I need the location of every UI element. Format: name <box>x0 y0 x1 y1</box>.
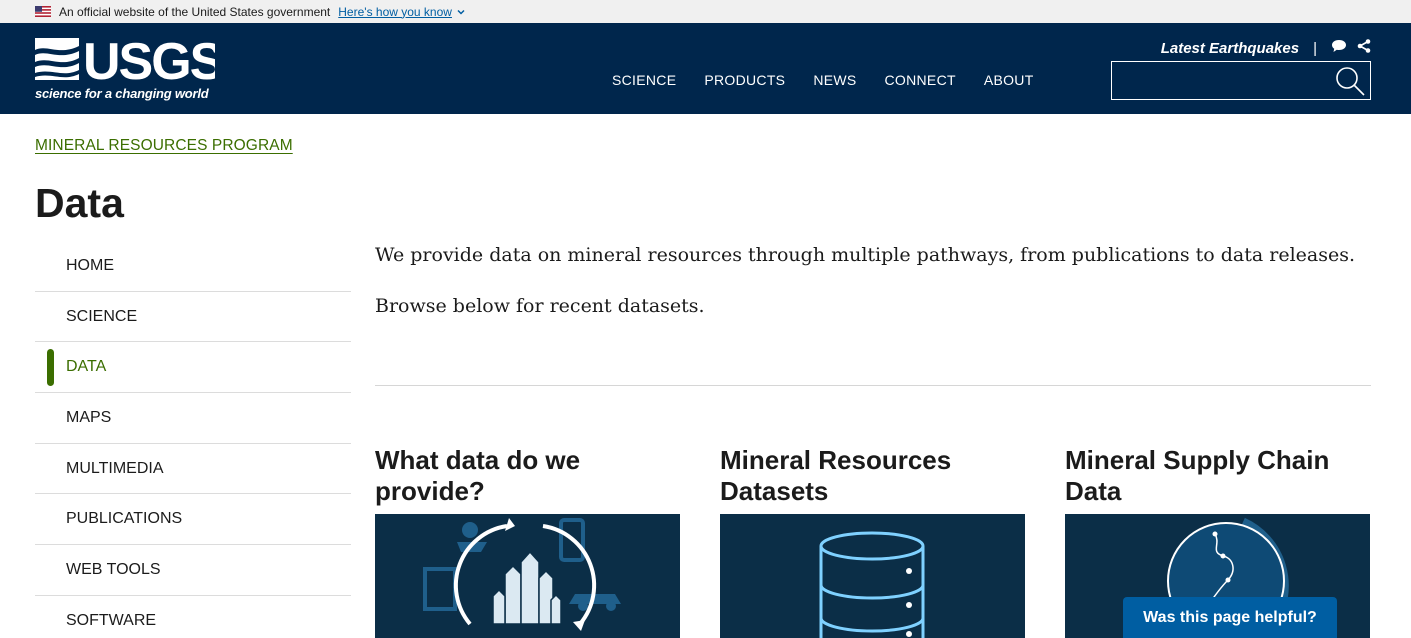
intro-paragraph: We provide data on mineral resources thr… <box>375 244 1356 266</box>
breadcrumb-link[interactable]: MINERAL RESOURCES PROGRAM <box>35 137 293 155</box>
sidebar-item-software[interactable]: SOFTWARE <box>35 596 351 638</box>
intro-text: We provide data on mineral resources thr… <box>375 242 1375 343</box>
site-search <box>1111 61 1371 100</box>
gov-banner: An official website of the United States… <box>0 0 1411 23</box>
card-title[interactable]: Mineral Supply Chain Data <box>1065 445 1370 514</box>
side-nav: HOME SCIENCE DATA MAPS MULTIMEDIA PUBLIC… <box>35 241 351 638</box>
sidebar-item-data[interactable]: DATA <box>35 342 351 394</box>
usgs-logo-mark: USGS <box>35 33 225 91</box>
share-icon[interactable] <box>1357 39 1371 58</box>
search-input[interactable] <box>1112 62 1330 99</box>
header-quick-links: Latest Earthquakes | <box>1161 39 1371 58</box>
nav-about[interactable]: ABOUT <box>984 72 1034 88</box>
page-title: Data <box>35 180 124 226</box>
search-icon[interactable] <box>1330 62 1370 99</box>
svg-text:USGS: USGS <box>83 36 215 86</box>
intro-paragraph: Browse below for recent datasets. <box>375 294 705 317</box>
logo-tagline: science for a changing world <box>35 86 209 101</box>
us-flag-icon <box>35 6 51 17</box>
sidebar-item-publications[interactable]: PUBLICATIONS <box>35 494 351 546</box>
divider <box>375 385 1371 386</box>
feedback-button[interactable]: Was this page helpful? <box>1123 597 1337 638</box>
nav-science[interactable]: SCIENCE <box>612 72 676 88</box>
gov-banner-text: An official website of the United States… <box>59 4 331 19</box>
sidebar-item-maps[interactable]: MAPS <box>35 393 351 444</box>
sidebar-item-web-tools[interactable]: WEB TOOLS <box>35 545 351 596</box>
nav-news[interactable]: NEWS <box>813 72 856 88</box>
heres-how-you-know-link[interactable]: Here's how you know <box>338 5 452 19</box>
sidebar-item-home[interactable]: HOME <box>35 241 351 292</box>
site-header: USGS science for a changing world SCIENC… <box>0 23 1411 114</box>
card-image-database[interactable] <box>720 514 1025 638</box>
comment-icon[interactable] <box>1331 39 1347 58</box>
usgs-logo[interactable]: USGS science for a changing world <box>35 33 225 102</box>
separator: | <box>1313 40 1317 57</box>
sidebar-item-multimedia[interactable]: MULTIMEDIA <box>35 444 351 495</box>
sidebar-item-science[interactable]: SCIENCE <box>35 292 351 343</box>
card-image-minerals[interactable] <box>375 514 680 638</box>
chevron-down-icon[interactable] <box>456 7 466 17</box>
card-what-data: What data do we provide? <box>375 445 680 638</box>
latest-earthquakes-link[interactable]: Latest Earthquakes <box>1161 40 1299 57</box>
card-mineral-resources-datasets: Mineral Resources Datasets <box>720 445 1025 638</box>
nav-connect[interactable]: CONNECT <box>885 72 956 88</box>
card-title[interactable]: Mineral Resources Datasets <box>720 445 1025 514</box>
main-nav: SCIENCE PRODUCTS NEWS CONNECT ABOUT <box>612 72 1034 88</box>
card-title[interactable]: What data do we provide? <box>375 445 680 514</box>
nav-products[interactable]: PRODUCTS <box>704 72 785 88</box>
